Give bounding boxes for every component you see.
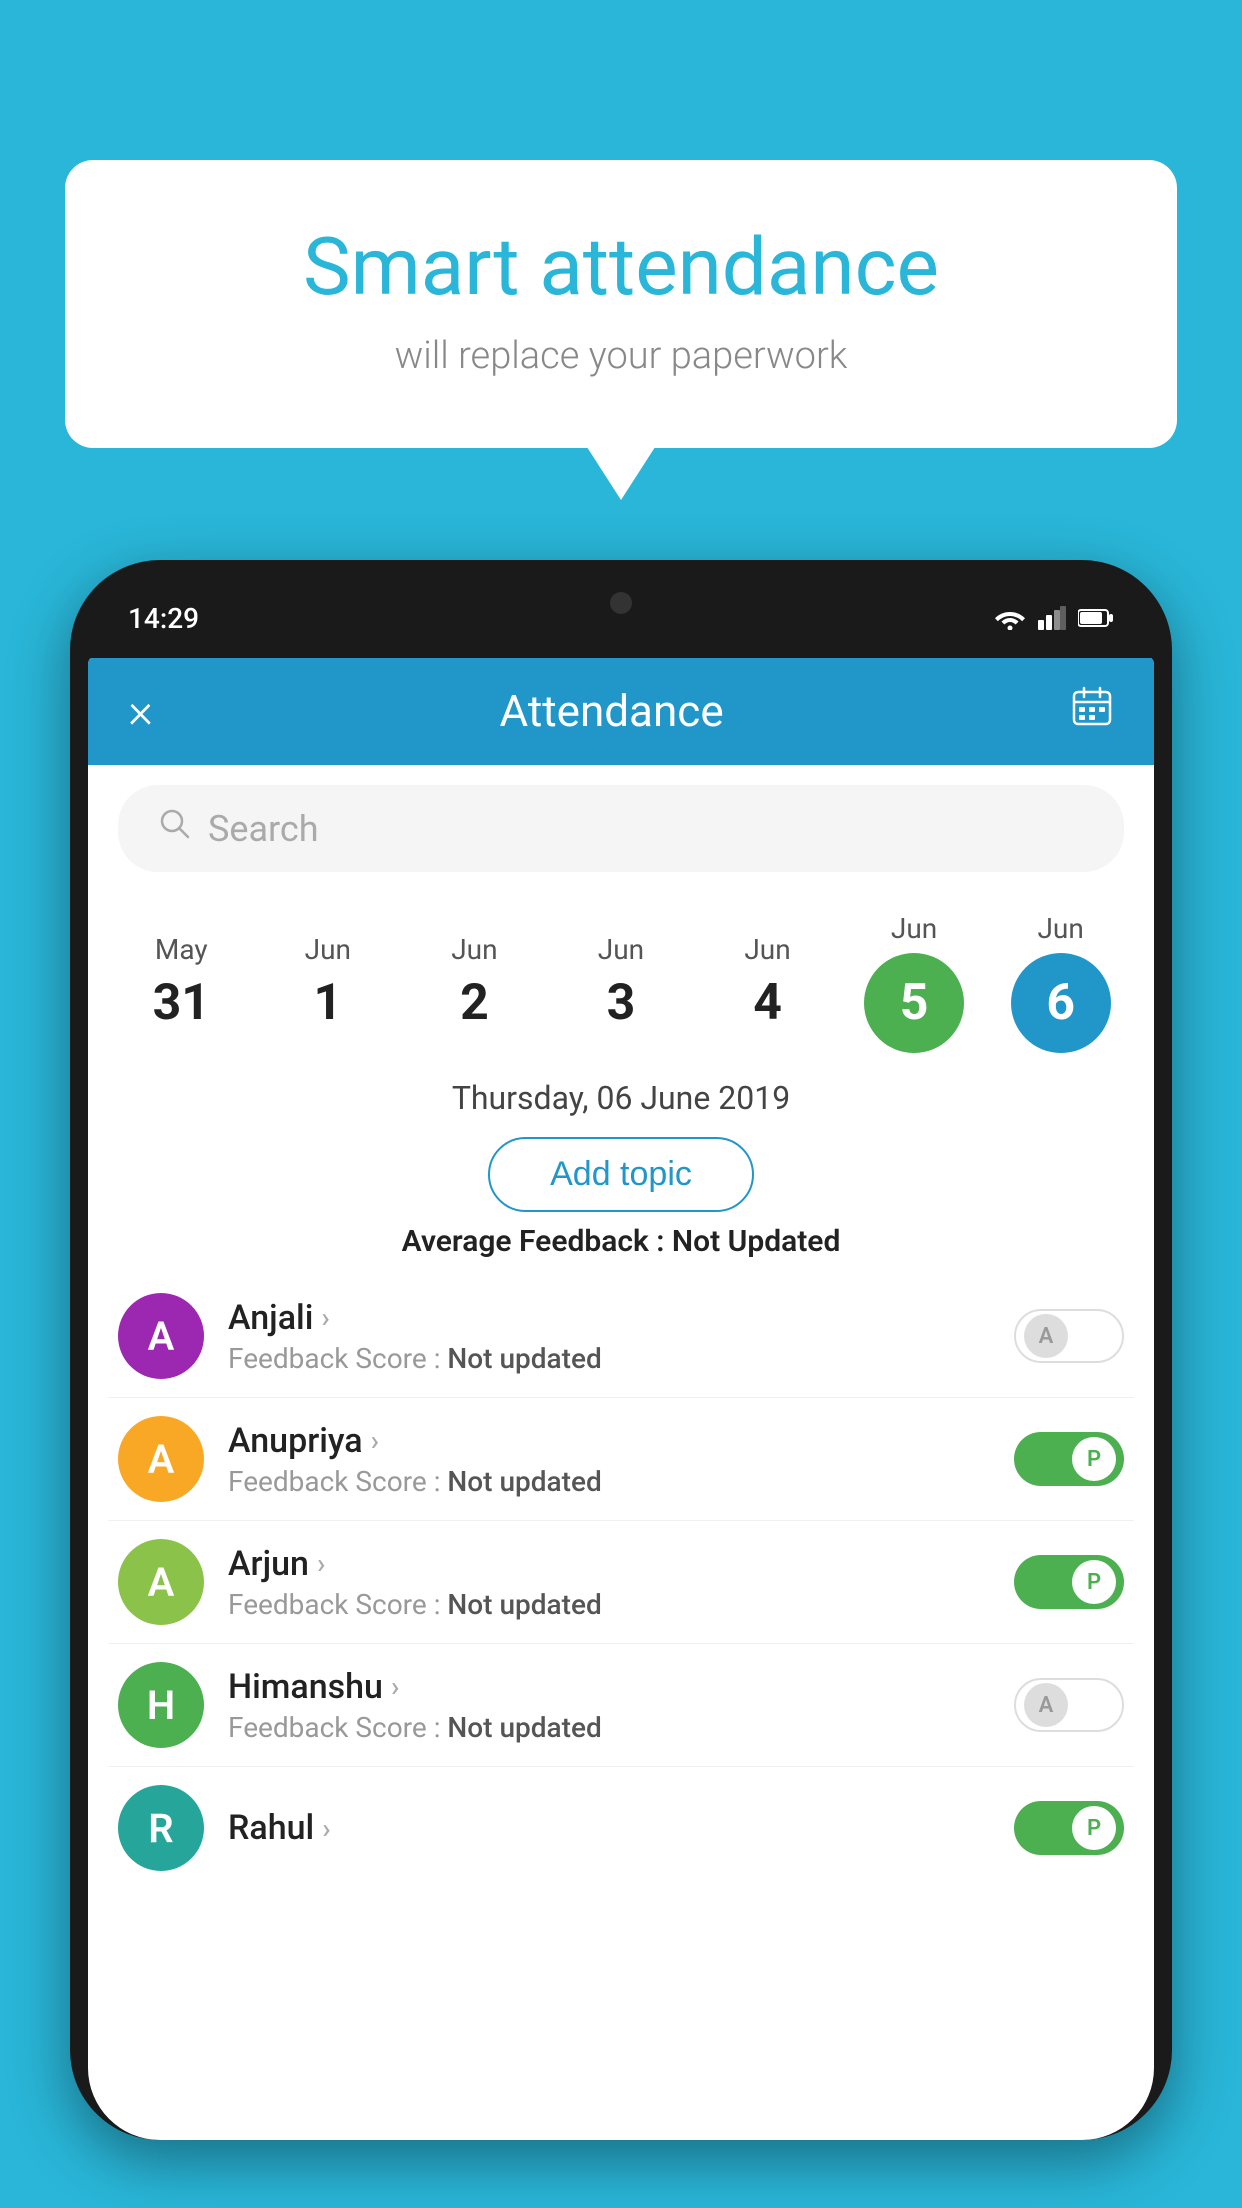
calendar-icon[interactable] bbox=[1070, 684, 1114, 737]
attendance-toggle-off[interactable]: A bbox=[1014, 1309, 1124, 1363]
date-circle-blue: 6 bbox=[1011, 953, 1111, 1053]
avatar: R bbox=[118, 1785, 204, 1871]
date-col-jun4[interactable]: Jun 4 bbox=[703, 933, 833, 1032]
toggle-knob: P bbox=[1072, 1560, 1116, 1604]
search-icon bbox=[158, 807, 192, 850]
avatar: A bbox=[118, 1539, 204, 1625]
feedback-score: Feedback Score : Not updated bbox=[228, 1588, 990, 1621]
phone-notch bbox=[541, 578, 701, 628]
avg-feedback-label: Average Feedback : bbox=[402, 1224, 665, 1259]
search-bar[interactable]: Search bbox=[118, 785, 1124, 872]
student-info: Arjun › Feedback Score : Not updated bbox=[228, 1544, 990, 1621]
date-col-jun3[interactable]: Jun 3 bbox=[556, 933, 686, 1032]
speech-bubble: Smart attendance will replace your paper… bbox=[65, 160, 1177, 448]
attendance-toggle-on[interactable]: P bbox=[1014, 1801, 1124, 1855]
date-col-jun1[interactable]: Jun 1 bbox=[263, 933, 393, 1032]
student-row[interactable]: A Anjali › Feedback Score : Not updated … bbox=[108, 1275, 1134, 1398]
chevron-right-icon: › bbox=[322, 1812, 330, 1845]
avatar: A bbox=[118, 1416, 204, 1502]
speech-bubble-container: Smart attendance will replace your paper… bbox=[65, 160, 1177, 448]
average-feedback: Average Feedback : Not Updated bbox=[88, 1224, 1154, 1259]
feedback-score: Feedback Score : Not updated bbox=[228, 1342, 990, 1375]
student-info: Anupriya › Feedback Score : Not updated bbox=[228, 1421, 990, 1498]
date-circle-green: 5 bbox=[864, 953, 964, 1053]
student-info: Rahul › bbox=[228, 1808, 990, 1848]
student-row[interactable]: A Arjun › Feedback Score : Not updated P bbox=[108, 1521, 1134, 1644]
signal-icon bbox=[1038, 606, 1066, 630]
student-name: Anupriya › bbox=[228, 1421, 990, 1461]
avatar: H bbox=[118, 1662, 204, 1748]
student-info: Anjali › Feedback Score : Not updated bbox=[228, 1298, 990, 1375]
chevron-right-icon: › bbox=[371, 1424, 379, 1457]
student-row[interactable]: R Rahul › P bbox=[108, 1767, 1134, 1871]
speech-bubble-heading: Smart attendance bbox=[145, 220, 1097, 314]
feedback-score: Feedback Score : Not updated bbox=[228, 1465, 990, 1498]
status-time: 14:29 bbox=[128, 602, 199, 635]
attendance-toggle-on[interactable]: P bbox=[1014, 1555, 1124, 1609]
student-name: Anjali › bbox=[228, 1298, 990, 1338]
chevron-right-icon: › bbox=[317, 1547, 325, 1580]
avatar: A bbox=[118, 1293, 204, 1379]
phone-outer: 14:29 bbox=[70, 560, 1172, 2140]
search-input[interactable]: Search bbox=[208, 808, 319, 850]
date-col-jun5[interactable]: Jun 5 bbox=[849, 912, 979, 1053]
app-header: × Attendance bbox=[88, 656, 1154, 765]
date-col-jun6[interactable]: Jun 6 bbox=[996, 912, 1126, 1053]
header-title: Attendance bbox=[499, 685, 723, 737]
status-icons bbox=[994, 606, 1114, 630]
feedback-score: Feedback Score : Not updated bbox=[228, 1711, 990, 1744]
student-info: Himanshu › Feedback Score : Not updated bbox=[228, 1667, 990, 1744]
student-row[interactable]: H Himanshu › Feedback Score : Not update… bbox=[108, 1644, 1134, 1767]
chevron-right-icon: › bbox=[391, 1670, 399, 1703]
close-button[interactable]: × bbox=[128, 687, 153, 735]
date-col-jun2[interactable]: Jun 2 bbox=[409, 933, 539, 1032]
battery-icon bbox=[1078, 608, 1114, 628]
selected-date: Thursday, 06 June 2019 bbox=[88, 1063, 1154, 1125]
toggle-knob: A bbox=[1024, 1314, 1068, 1358]
student-name: Arjun › bbox=[228, 1544, 990, 1584]
attendance-toggle-on[interactable]: P bbox=[1014, 1432, 1124, 1486]
student-name: Himanshu › bbox=[228, 1667, 990, 1707]
student-row[interactable]: A Anupriya › Feedback Score : Not update… bbox=[108, 1398, 1134, 1521]
wifi-icon bbox=[994, 606, 1026, 630]
phone-screen: × Attendance bbox=[88, 656, 1154, 2140]
camera-dot bbox=[610, 592, 632, 614]
date-col-may31[interactable]: May 31 bbox=[116, 933, 246, 1032]
toggle-knob: P bbox=[1072, 1806, 1116, 1850]
attendance-toggle-off[interactable]: A bbox=[1014, 1678, 1124, 1732]
student-list: A Anjali › Feedback Score : Not updated … bbox=[88, 1275, 1154, 1871]
toggle-knob: A bbox=[1024, 1683, 1068, 1727]
speech-bubble-subtext: will replace your paperwork bbox=[145, 334, 1097, 378]
toggle-knob: P bbox=[1072, 1437, 1116, 1481]
chevron-right-icon: › bbox=[321, 1301, 329, 1334]
phone-container: 14:29 bbox=[70, 560, 1172, 2208]
avg-feedback-value: Not Updated bbox=[672, 1224, 840, 1259]
student-name: Rahul › bbox=[228, 1808, 990, 1848]
add-topic-button[interactable]: Add topic bbox=[488, 1137, 754, 1212]
calendar-strip: May 31 Jun 1 Jun 2 Jun 3 Jun 4 bbox=[88, 892, 1154, 1063]
status-bar: 14:29 bbox=[88, 578, 1154, 658]
